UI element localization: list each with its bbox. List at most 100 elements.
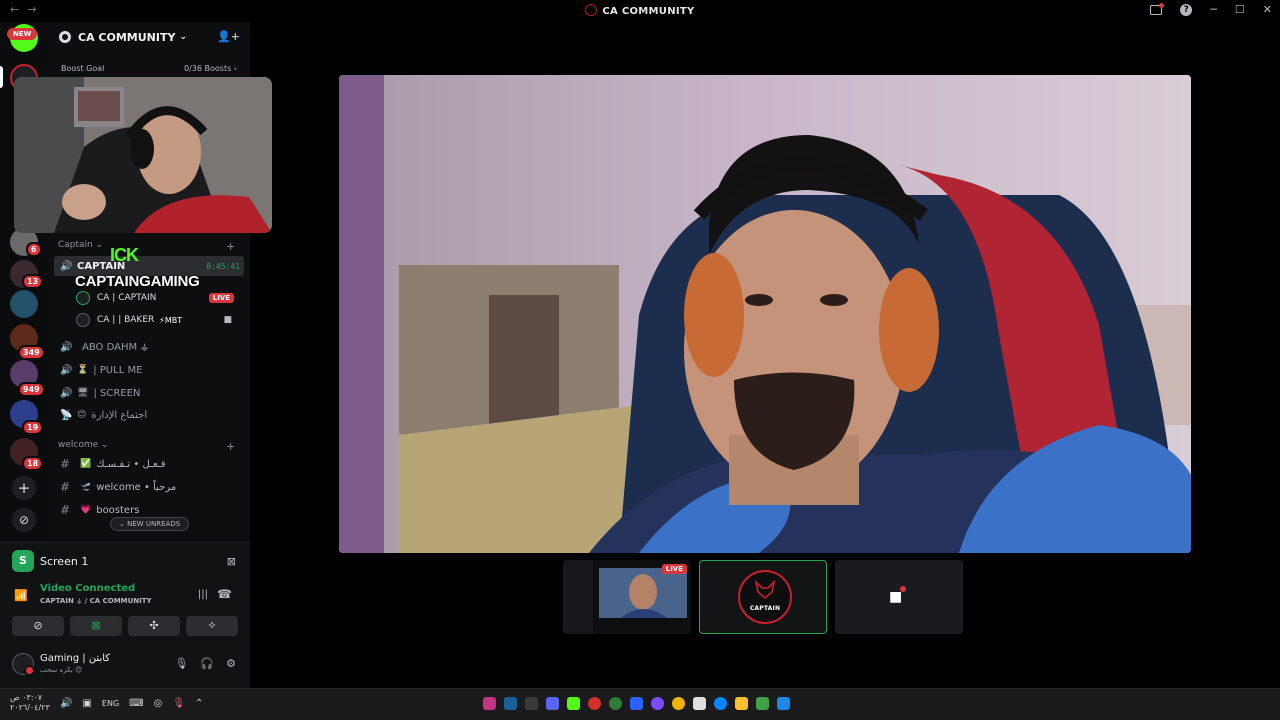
edge-icon[interactable] — [714, 697, 727, 710]
text-channel[interactable]: # 🛫 welcome • مرحباً — [54, 477, 244, 497]
stream-tiles: LIVE CAPTAIN ■ — [563, 560, 963, 634]
taskbar-apps — [483, 697, 790, 710]
noise-suppression-icon[interactable]: ||| — [198, 589, 208, 600]
avatar — [76, 291, 90, 305]
mention-badge: 18 — [22, 456, 44, 471]
activities-button[interactable]: ✣ — [128, 616, 180, 636]
kick-logo-text: ICK — [110, 245, 139, 265]
voice-user-name: CA | CAPTAIN — [97, 293, 157, 303]
voice-user[interactable]: CA | | BAKER ⚡MBT ■ — [76, 311, 240, 329]
keyboard-icon[interactable]: ⌨ — [129, 698, 143, 709]
voice-channel[interactable]: 🔊 🖥 | SCREEN — [54, 383, 244, 403]
guild-settings-icon — [59, 31, 71, 43]
mention-badge: 6 — [26, 242, 42, 257]
display-icon[interactable]: ▣ — [82, 698, 91, 709]
power-icon[interactable] — [609, 697, 622, 710]
app-icon[interactable] — [756, 697, 769, 710]
help-icon[interactable]: ? — [1180, 3, 1193, 16]
screen-share-row[interactable]: S Screen 1 ⊠ — [12, 549, 242, 573]
live-badge: LIVE — [208, 293, 234, 303]
voice-panel: S Screen 1 ⊠ 📶 Video Connected CAPTAIN ⚶… — [0, 542, 250, 688]
server-icon-3[interactable] — [10, 290, 38, 318]
connection-status[interactable]: Video Connected — [40, 583, 135, 594]
guild-header[interactable]: CA COMMUNITY ⌄ 👤+ — [48, 22, 250, 52]
voice-channel[interactable]: 🔊 ABO DAHM ⚶ — [54, 337, 244, 357]
clock-date: ٢٠٢٦/٠٤/٢٣ — [10, 703, 50, 712]
minimize-button[interactable]: ─ — [1210, 3, 1217, 16]
soundboard-button[interactable]: ✧ — [186, 616, 238, 636]
app-icon[interactable] — [630, 697, 643, 710]
channel-emoji: 🛫 — [80, 482, 92, 492]
user-name[interactable]: Gaming | كابتن — [40, 653, 110, 664]
user-panel: Gaming | كابتن بكره سحب 😊 🎙 🎧 ⚙ — [12, 651, 242, 679]
speaker-icon: 🔊 — [60, 341, 73, 353]
microphone-tray-icon[interactable]: 🎙 — [172, 698, 185, 709]
invite-people-icon[interactable]: 👤+ — [217, 30, 240, 43]
category-captain[interactable]: Captain ⌄ + — [58, 240, 235, 253]
fox-logo-icon — [754, 580, 776, 600]
settings-app-icon[interactable] — [525, 697, 538, 710]
channel-emoji: ⏳ — [77, 365, 89, 375]
instagram-icon[interactable] — [483, 697, 496, 710]
category-welcome[interactable]: welcome ⌄ + — [58, 440, 235, 453]
speaker-icon: 🔊 — [60, 364, 73, 376]
connection-location[interactable]: CAPTAIN ⚶ / CA COMMUNITY — [40, 597, 152, 605]
text-channel[interactable]: # ✅ فـعـل • تـفـسـك — [54, 454, 244, 474]
kick-icon[interactable] — [567, 697, 580, 710]
camera-off-button[interactable]: ⊘ — [12, 616, 64, 636]
avatar[interactable] — [12, 653, 35, 676]
window-title: CA COMMUNITY — [0, 4, 1280, 17]
window-title-text: CA COMMUNITY — [602, 6, 695, 17]
text-channel-name: welcome • مرحباً — [96, 481, 177, 493]
user-custom-status: بكره سحب 😊 — [40, 666, 83, 674]
disconnect-icon[interactable]: ☎ — [217, 587, 232, 601]
mention-badge: 949 — [18, 382, 45, 397]
stream-tile-screen[interactable]: LIVE — [563, 560, 691, 634]
stop-screen-share-icon[interactable]: ⊠ — [227, 555, 236, 568]
system-tray: 🔊 ▣ ENG ⌨ ◎ 🎙 ⌃ — [60, 698, 203, 709]
signal-icon[interactable]: 📶 — [14, 589, 28, 602]
chevron-up-icon[interactable]: ⌃ — [195, 698, 203, 709]
stream-tile-camera[interactable]: ■ — [835, 560, 963, 634]
network-icon[interactable]: ◎ — [154, 698, 163, 709]
close-button[interactable]: ✕ — [1263, 3, 1272, 16]
add-server-button[interactable]: + — [12, 476, 36, 500]
clock[interactable]: ٠٣:٠٧ ص ٢٠٢٦/٠٤/٢٣ — [10, 693, 50, 713]
maximize-button[interactable]: ☐ — [1235, 3, 1245, 16]
stop-stream-button[interactable]: ⊠ — [70, 616, 122, 636]
channel-emoji: ✅ — [80, 459, 92, 469]
discover-button[interactable]: ⊘ — [12, 508, 36, 532]
voice-user[interactable]: CA | CAPTAIN LIVE — [76, 289, 240, 307]
calendar-icon[interactable] — [693, 697, 706, 710]
app-icon[interactable] — [651, 697, 664, 710]
record-icon[interactable] — [588, 697, 601, 710]
boost-goal[interactable]: Boost Goal 0/36 Boosts › — [56, 64, 242, 78]
voice-channel-name: | SCREEN — [93, 387, 141, 399]
stream-tile-captain[interactable]: CAPTAIN — [699, 560, 827, 634]
language-indicator[interactable]: ENG — [102, 699, 119, 709]
inbox-icon[interactable] — [1150, 2, 1165, 15]
stage-channel[interactable]: 📡 😊 اجتماع الإدارة — [54, 405, 244, 425]
voice-channel-name: اجتماع الإدارة — [91, 409, 148, 421]
new-unreads-button[interactable]: ⌄ NEW UNREADS — [110, 517, 190, 531]
volume-icon[interactable]: 🔊 — [60, 698, 72, 709]
window-controls: ? ─ ☐ ✕ — [1150, 2, 1272, 16]
text-channel-name: boosters — [96, 504, 140, 516]
create-channel-button[interactable]: + — [226, 440, 235, 453]
screen-share-label: Screen 1 — [40, 554, 89, 568]
headphones-icon[interactable]: 🎧 — [200, 657, 214, 670]
main-stream-video[interactable] — [339, 75, 1191, 553]
microphone-icon[interactable]: 🎙 — [174, 657, 188, 670]
channel-emoji: 😊 — [77, 410, 87, 420]
windows-start-icon[interactable] — [777, 697, 790, 710]
voice-channel[interactable]: 🔊 ⏳ | PULL ME — [54, 360, 244, 380]
file-explorer-icon[interactable] — [735, 697, 748, 710]
speaker-icon: 🔊 — [60, 260, 73, 272]
steam-icon[interactable] — [504, 697, 517, 710]
chrome-icon[interactable] — [672, 697, 685, 710]
hash-icon: # — [60, 457, 71, 471]
streamer-name-overlay: CAPTAINGAMING — [75, 273, 200, 290]
create-channel-button[interactable]: + — [226, 240, 235, 253]
gear-icon[interactable]: ⚙ — [226, 657, 236, 670]
discord-icon[interactable] — [546, 697, 559, 710]
